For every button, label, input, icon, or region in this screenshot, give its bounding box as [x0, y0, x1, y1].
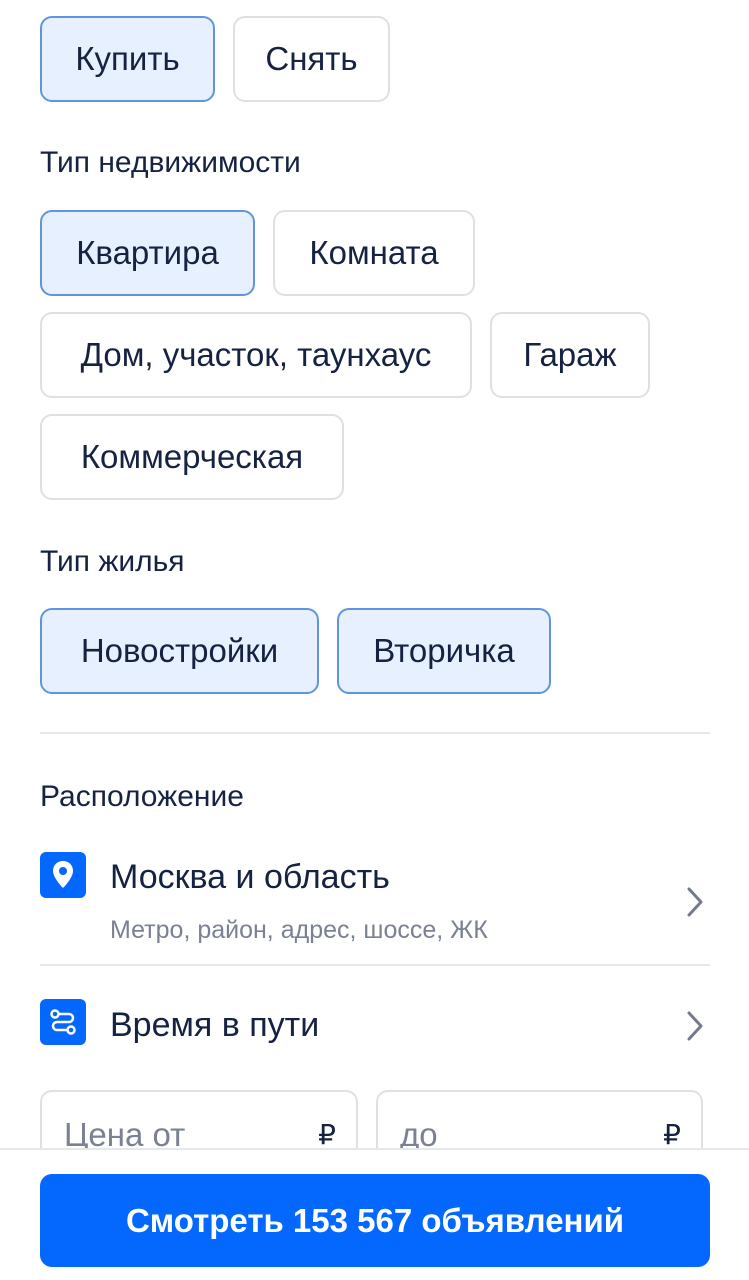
ruble-icon: ₽ — [318, 1119, 336, 1150]
deal-rent-label: Снять — [265, 40, 358, 77]
travel-time-row[interactable]: Время в пути — [0, 996, 749, 1056]
property-type-chip-garage[interactable]: Гараж — [490, 312, 650, 398]
property-type-chip-house[interactable]: Дом, участок, таунхаус — [40, 312, 472, 398]
chip-label: Дом, участок, таунхаус — [80, 336, 432, 373]
chip-label: Квартира — [76, 234, 219, 271]
deal-rent-chip[interactable]: Снять — [233, 16, 390, 102]
property-type-chip-commercial[interactable]: Коммерческая — [40, 414, 344, 500]
chip-label: Комната — [309, 234, 439, 271]
deal-buy-label: Купить — [75, 40, 180, 77]
location-heading: Расположение — [40, 780, 244, 813]
housing-type-chip-resale[interactable]: Вторичка — [337, 608, 551, 694]
divider — [40, 732, 710, 734]
property-type-chip-apartment[interactable]: Квартира — [40, 210, 255, 296]
chevron-right-icon — [683, 1006, 707, 1046]
housing-type-chip-new[interactable]: Новостройки — [40, 608, 319, 694]
property-type-heading: Тип недвижимости — [40, 146, 301, 179]
location-pin-icon — [40, 852, 86, 898]
housing-type-heading: Тип жилья — [40, 545, 185, 578]
chip-label: Коммерческая — [80, 438, 304, 475]
location-subtitle: Метро, район, адрес, шоссе, ЖК — [110, 916, 488, 944]
show-results-button[interactable]: Смотреть 153 567 объявлений — [40, 1174, 710, 1267]
chip-label: Гараж — [523, 336, 617, 373]
travel-time-title: Время в пути — [110, 1006, 320, 1044]
filters-screen: Купить Снять Тип недвижимости Квартира К… — [0, 0, 749, 1280]
deal-buy-chip[interactable]: Купить — [40, 16, 215, 102]
property-type-chip-room[interactable]: Комната — [273, 210, 475, 296]
chip-label: Новостройки — [80, 632, 279, 669]
location-row[interactable]: Москва и область Метро, район, адрес, шо… — [0, 846, 749, 956]
chevron-right-icon — [683, 882, 707, 922]
chip-label: Вторичка — [373, 632, 515, 669]
divider — [40, 964, 710, 966]
ruble-icon: ₽ — [663, 1119, 681, 1150]
location-title: Москва и область — [110, 858, 390, 896]
route-icon — [40, 999, 86, 1045]
